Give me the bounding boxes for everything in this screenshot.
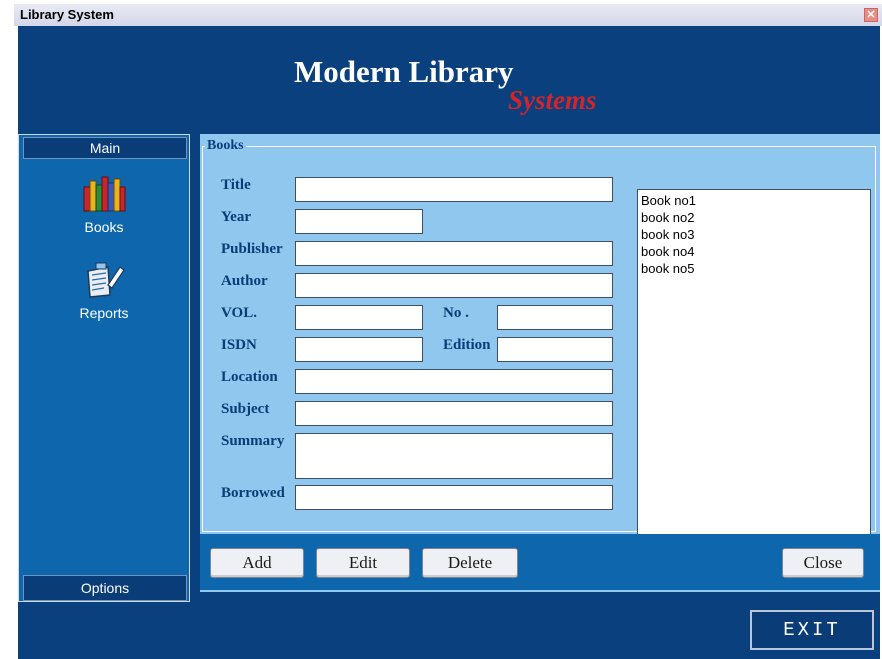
- author-field[interactable]: [295, 273, 613, 298]
- sidebar-item-reports[interactable]: Reports: [49, 259, 159, 339]
- summary-field[interactable]: [295, 433, 613, 479]
- sidebar-section-main[interactable]: Main: [23, 137, 187, 159]
- list-item[interactable]: book no3: [641, 226, 867, 243]
- sidebar-section-options[interactable]: Options: [23, 575, 187, 601]
- sidebar-item-books-label: Books: [84, 219, 124, 235]
- books-fieldset: Books Title Year Publisher Author VOL. N…: [202, 138, 876, 536]
- add-button[interactable]: Add: [210, 548, 304, 578]
- subject-label: Subject: [221, 401, 270, 417]
- window-close-button[interactable]: ✕: [864, 8, 878, 22]
- edition-field[interactable]: [497, 337, 613, 362]
- year-field[interactable]: [295, 209, 423, 234]
- borrowed-field[interactable]: [295, 485, 613, 510]
- list-item[interactable]: book no4: [641, 243, 867, 260]
- vol-field[interactable]: [295, 305, 423, 330]
- reports-icon: [87, 262, 125, 298]
- app-body: Modern Library Systems Main Books Report…: [18, 26, 880, 659]
- list-item[interactable]: book no2: [641, 209, 867, 226]
- publisher-field[interactable]: [295, 241, 613, 266]
- banner: Modern Library Systems: [18, 26, 880, 130]
- subject-field[interactable]: [295, 401, 613, 426]
- isdn-field[interactable]: [295, 337, 423, 362]
- delete-button[interactable]: Delete: [422, 548, 518, 578]
- sidebar-item-books[interactable]: Books: [49, 173, 159, 253]
- no-label: No .: [443, 305, 469, 321]
- book-list[interactable]: Book no1 book no2 book no3 book no4 book…: [637, 189, 871, 536]
- location-field[interactable]: [295, 369, 613, 394]
- brand-title: Modern Library: [294, 54, 514, 89]
- books-icon: [83, 176, 126, 212]
- summary-label: Summary: [221, 433, 285, 449]
- publisher-label: Publisher: [221, 241, 283, 257]
- list-item[interactable]: Book no1: [641, 192, 867, 209]
- edition-label: Edition: [443, 337, 491, 353]
- location-label: Location: [221, 369, 278, 385]
- sidebar: Main Books Reports Options: [18, 134, 190, 602]
- edit-button[interactable]: Edit: [316, 548, 410, 578]
- title-label: Title: [221, 177, 251, 193]
- year-label: Year: [221, 209, 251, 225]
- brand-subtitle: Systems: [508, 85, 597, 115]
- title-field[interactable]: [295, 177, 613, 202]
- vol-label: VOL.: [221, 305, 257, 321]
- list-item[interactable]: book no5: [641, 260, 867, 277]
- app-window: Library System ✕ Modern Library Systems …: [0, 0, 882, 659]
- author-label: Author: [221, 273, 268, 289]
- action-bar: Add Edit Delete Close: [200, 534, 880, 590]
- window-title: Library System: [20, 7, 114, 22]
- borrowed-label: Borrowed: [221, 485, 285, 501]
- close-button[interactable]: Close: [782, 548, 864, 578]
- books-legend: Books: [205, 138, 246, 154]
- title-bar[interactable]: Library System ✕: [14, 4, 882, 26]
- no-field[interactable]: [497, 305, 613, 330]
- isdn-label: ISDN: [221, 337, 257, 353]
- books-panel: Books Title Year Publisher Author VOL. N…: [200, 134, 880, 592]
- sidebar-item-reports-label: Reports: [79, 305, 129, 321]
- exit-button[interactable]: EXIT: [750, 610, 874, 650]
